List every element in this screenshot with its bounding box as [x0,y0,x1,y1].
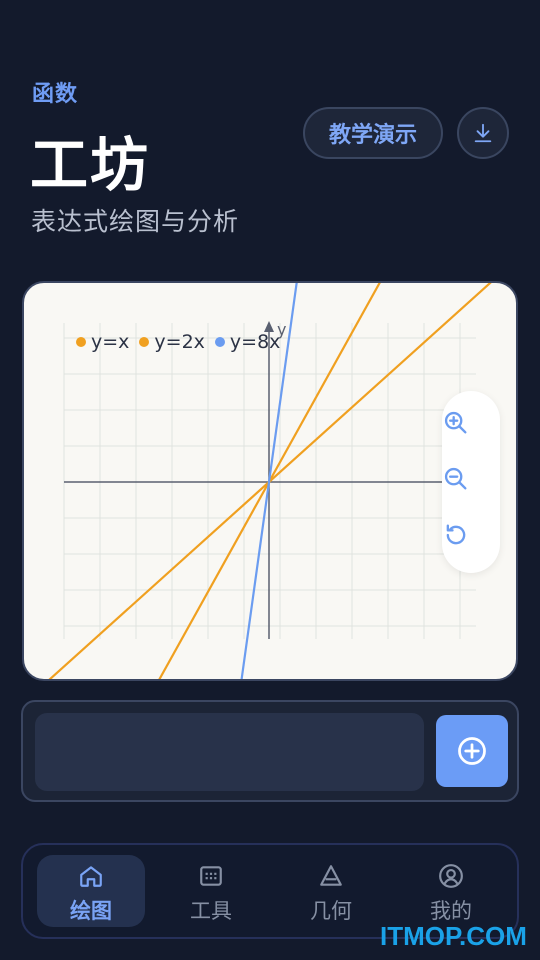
nav-item-draw[interactable]: 绘图 [37,855,145,927]
triangle-icon [320,865,342,886]
zoom-in-icon[interactable] [442,409,470,437]
teaching-demo-button[interactable]: 教学演示 [303,107,443,159]
nav-label: 工具 [190,899,232,923]
home-icon [80,866,102,887]
page-title: 工坊 [30,131,151,199]
header-kicker: 函数 [32,82,79,107]
graph-canvas[interactable]: y x y=x y=2x y=8x [22,281,518,681]
add-circle-icon [458,737,486,765]
keyboard-icon [200,866,222,886]
legend-dot [214,337,225,347]
legend-item: y=2x [139,331,205,353]
page-subtitle: 表达式绘图与分析 [31,207,240,236]
download-button[interactable] [457,107,509,159]
legend-dot [76,337,86,347]
nav-item-geometry[interactable]: 几何 [277,855,385,927]
user-icon [439,864,463,888]
zoom-out-icon[interactable] [442,465,470,493]
expression-input[interactable] [35,713,424,791]
legend-item: y=8x [214,331,281,353]
nav-label: 绘图 [70,899,112,923]
zoom-panel [442,391,500,573]
legend-item: y=x [76,331,129,353]
legend-label: y=x [91,331,130,353]
legend-dot [139,337,150,347]
add-expression-button[interactable] [436,715,508,787]
nav-label: 几何 [310,899,352,923]
legend: y=x y=2x y=8x [76,331,280,353]
watermark: ITMOP.COM [380,921,527,951]
reset-view-icon[interactable] [442,521,470,549]
nav-item-profile[interactable]: 我的 [397,855,505,927]
expression-input-card [21,700,519,802]
legend-label: y=2x [154,331,205,353]
legend-label: y=8x [229,331,281,353]
download-icon [474,123,492,143]
nav-item-tools[interactable]: 工具 [157,855,265,927]
